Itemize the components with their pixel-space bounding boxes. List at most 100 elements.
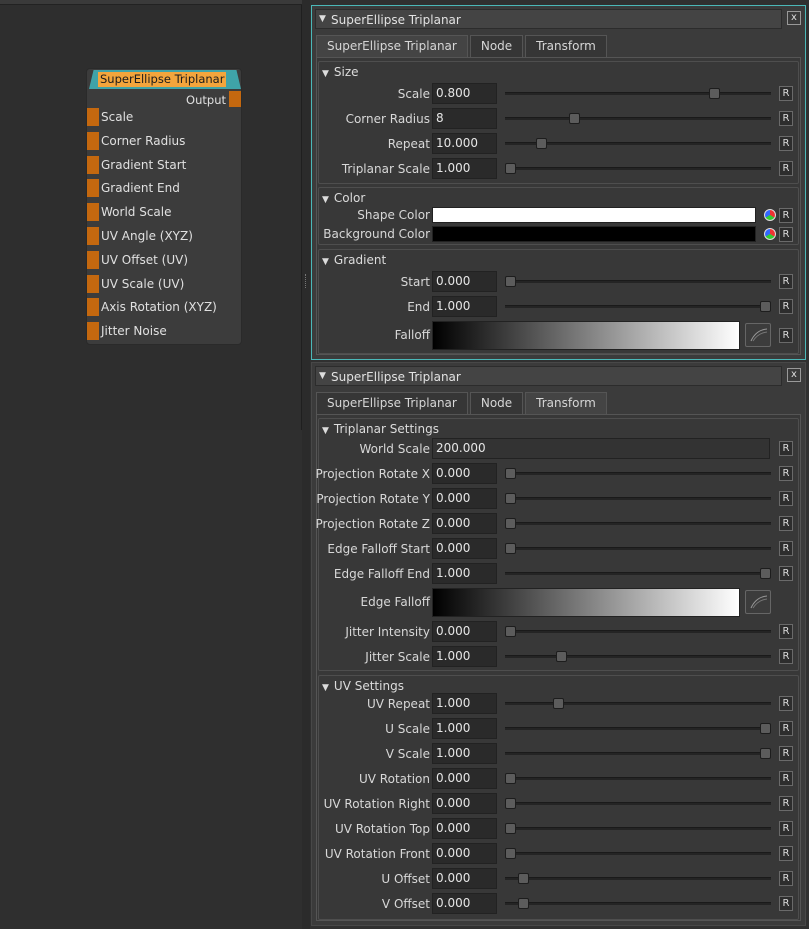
value-field[interactable]: 200.000 xyxy=(432,438,770,459)
input-port[interactable] xyxy=(87,203,99,222)
reset-button[interactable]: R xyxy=(779,111,793,126)
slider-track[interactable] xyxy=(505,113,771,124)
falloff-gradient[interactable] xyxy=(432,321,740,350)
value-field[interactable]: 0.000 xyxy=(432,768,497,789)
reset-button[interactable]: R xyxy=(779,649,793,664)
input-port[interactable] xyxy=(87,131,99,150)
value-field[interactable]: 1.000 xyxy=(432,158,497,179)
slider-handle[interactable] xyxy=(505,773,516,784)
reset-button[interactable]: R xyxy=(779,466,793,481)
input-port[interactable] xyxy=(87,274,99,293)
slider-track[interactable] xyxy=(505,468,771,479)
slider-handle[interactable] xyxy=(709,88,720,99)
input-port[interactable] xyxy=(87,250,99,269)
color-picker-icon[interactable] xyxy=(764,228,776,240)
reset-button[interactable]: R xyxy=(779,896,793,911)
slider-handle[interactable] xyxy=(505,276,516,287)
slider-track[interactable] xyxy=(505,518,771,529)
input-port[interactable] xyxy=(87,108,99,126)
panel-header[interactable]: ▼ SuperEllipse Triplanar xyxy=(315,9,782,29)
slider-handle[interactable] xyxy=(556,651,567,662)
reset-button[interactable]: R xyxy=(779,274,793,289)
node-graph[interactable]: SuperEllipse Triplanar Output Scale Corne… xyxy=(0,0,302,430)
node-input-row[interactable]: UV Scale (UV) xyxy=(87,274,241,299)
value-field[interactable]: 1.000 xyxy=(432,693,497,714)
output-port[interactable] xyxy=(229,91,241,107)
slider-handle[interactable] xyxy=(505,163,516,174)
slider-track[interactable] xyxy=(505,723,771,734)
reset-button[interactable]: R xyxy=(779,624,793,639)
slider-handle[interactable] xyxy=(553,698,565,709)
value-field[interactable]: 10.000 xyxy=(432,133,497,154)
reset-button[interactable]: R xyxy=(779,746,793,761)
value-field[interactable]: 0.000 xyxy=(432,843,497,864)
slider-track[interactable] xyxy=(505,748,771,759)
reset-button[interactable]: R xyxy=(779,161,793,176)
slider-track[interactable] xyxy=(505,88,771,99)
input-port[interactable] xyxy=(87,226,99,245)
slider-track[interactable] xyxy=(505,568,771,579)
slider-track[interactable] xyxy=(505,163,771,174)
slider-handle[interactable] xyxy=(760,301,771,312)
reset-button[interactable]: R xyxy=(779,721,793,736)
value-field[interactable]: 0.000 xyxy=(432,538,497,559)
tab-node[interactable]: Node xyxy=(469,35,524,57)
slider-track[interactable] xyxy=(505,626,771,637)
slider-track[interactable] xyxy=(505,848,771,859)
tab-transform[interactable]: Transform xyxy=(525,35,607,57)
reset-button[interactable]: R xyxy=(779,136,793,151)
value-field[interactable]: 1.000 xyxy=(432,563,497,584)
value-field[interactable]: 0.000 xyxy=(432,818,497,839)
collapse-arrow-icon[interactable]: ▼ xyxy=(319,14,326,24)
reset-button[interactable]: R xyxy=(779,846,793,861)
reset-button[interactable]: R xyxy=(779,227,793,242)
input-port[interactable] xyxy=(87,155,99,174)
reset-button[interactable]: R xyxy=(779,299,793,314)
value-field[interactable]: 0.800 xyxy=(432,83,497,104)
slider-track[interactable] xyxy=(505,493,771,504)
section-header-size[interactable]: ▼ Size xyxy=(322,65,359,79)
slider-track[interactable] xyxy=(505,543,771,554)
value-field[interactable]: 0.000 xyxy=(432,488,497,509)
tab-superellipse-triplanar[interactable]: SuperEllipse Triplanar xyxy=(316,35,468,57)
node-input-row[interactable]: UV Angle (XYZ) xyxy=(87,226,241,251)
curve-editor-button[interactable] xyxy=(745,323,771,347)
tab-superellipse-triplanar[interactable]: SuperEllipse Triplanar xyxy=(316,392,468,414)
slider-handle[interactable] xyxy=(505,493,516,504)
node-input-row[interactable]: Scale xyxy=(87,108,241,132)
slider-track[interactable] xyxy=(505,898,771,909)
node-input-row[interactable]: Corner Radius xyxy=(87,131,241,156)
reset-button[interactable]: R xyxy=(779,541,793,556)
superellipse-node[interactable]: SuperEllipse Triplanar Output Scale Corne… xyxy=(86,68,242,345)
collapse-arrow-icon[interactable]: ▼ xyxy=(319,371,326,381)
value-field[interactable]: 1.000 xyxy=(432,646,497,667)
value-field[interactable]: 0.000 xyxy=(432,893,497,914)
node-input-row[interactable]: Axis Rotation (XYZ) xyxy=(87,298,241,322)
slider-handle[interactable] xyxy=(568,113,580,124)
slider-track[interactable] xyxy=(505,698,771,709)
close-icon[interactable]: x xyxy=(787,11,801,25)
slider-track[interactable] xyxy=(505,301,771,312)
value-field[interactable]: 1.000 xyxy=(432,718,497,739)
slider-handle[interactable] xyxy=(535,138,547,149)
slider-handle[interactable] xyxy=(505,518,516,529)
value-field[interactable]: 1.000 xyxy=(432,296,497,317)
section-header-gradient[interactable]: ▼ Gradient xyxy=(322,253,386,267)
slider-handle[interactable] xyxy=(505,848,516,859)
reset-button[interactable]: R xyxy=(779,491,793,506)
section-header-uv[interactable]: ▼ UV Settings xyxy=(322,679,404,693)
slider-handle[interactable] xyxy=(760,568,771,579)
close-icon[interactable]: x xyxy=(787,368,801,382)
slider-track[interactable] xyxy=(505,798,771,809)
slider-track[interactable] xyxy=(505,873,771,884)
value-field[interactable]: 0.000 xyxy=(432,868,497,889)
value-field[interactable]: 0.000 xyxy=(432,271,497,292)
slider-track[interactable] xyxy=(505,651,771,662)
slider-track[interactable] xyxy=(505,773,771,784)
slider-handle[interactable] xyxy=(517,898,529,909)
value-field[interactable]: 8 xyxy=(432,108,497,129)
slider-handle[interactable] xyxy=(505,798,516,809)
node-input-row[interactable]: Jitter Noise xyxy=(87,322,241,346)
reset-button[interactable]: R xyxy=(779,86,793,101)
input-port[interactable] xyxy=(87,298,99,317)
